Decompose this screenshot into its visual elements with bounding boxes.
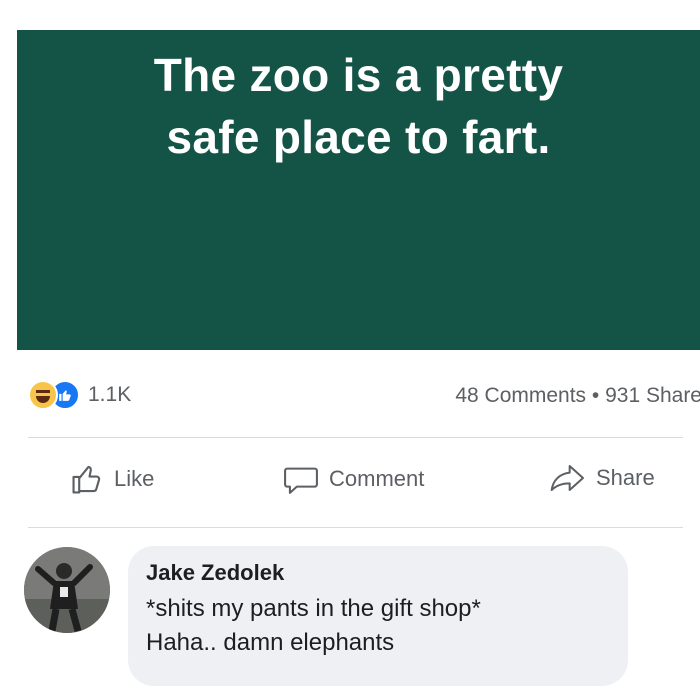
like-label: Like — [114, 466, 155, 491]
comment-bubble[interactable]: Jake Zedolek *shits my pants in the gift… — [128, 546, 628, 686]
comments-shares-count[interactable]: 48 Comments • 931 Share — [455, 384, 700, 408]
share-button[interactable]: Share — [548, 462, 655, 494]
reactions-summary[interactable]: 1.1K — [28, 380, 131, 410]
comment-line: Haha.. damn elephants — [146, 629, 395, 656]
thumbs-up-icon — [72, 465, 101, 494]
comment-button[interactable]: Comment — [283, 462, 424, 496]
divider — [28, 437, 683, 438]
post-stats: 1.1K 48 Comments • 931 Share — [28, 374, 700, 414]
speech-bubble-icon — [284, 467, 318, 494]
reaction-count: 1.1K — [88, 383, 132, 406]
avatar[interactable] — [24, 547, 110, 633]
haha-reaction-icon — [28, 380, 58, 410]
post-image[interactable]: The zoo is a pretty safe place to fart. — [17, 30, 700, 350]
share-label: Share — [596, 465, 655, 490]
share-arrow-icon — [550, 465, 584, 491]
post-actions: Like Comment Share — [0, 462, 700, 508]
comment-line: *shits my pants in the gift shop* — [146, 595, 481, 622]
comment-text: *shits my pants in the gift shop* Haha..… — [146, 592, 481, 660]
comment-label: Comment — [329, 466, 425, 491]
comment-author[interactable]: Jake Zedolek — [146, 560, 284, 586]
post-text: The zoo is a pretty safe place to fart. — [153, 49, 564, 163]
divider — [28, 527, 683, 528]
like-button[interactable]: Like — [70, 462, 154, 496]
